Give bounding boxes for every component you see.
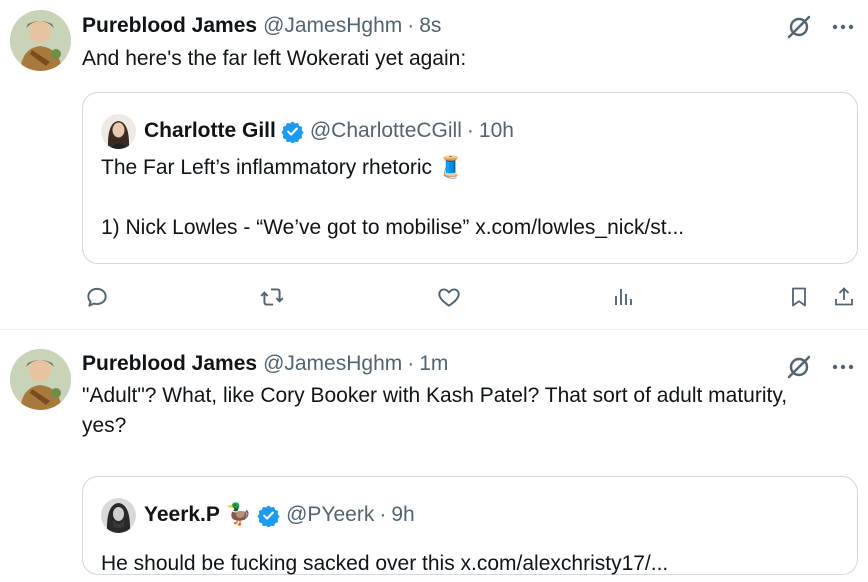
quoted-timestamp: 10h: [478, 119, 514, 142]
quoted-tweet[interactable]: Yeerk.P 🦆 @PYeerk · 9h He should be fuck…: [82, 476, 858, 575]
share-icon[interactable]: [829, 281, 859, 313]
quoted-avatar: [101, 113, 136, 149]
separator: ·: [466, 119, 474, 142]
tweet-tools: [784, 12, 858, 42]
timestamp[interactable]: 8s: [419, 14, 441, 38]
separator: ·: [379, 503, 387, 526]
author-handle[interactable]: @JamesHghm: [263, 352, 402, 376]
verified-badge-icon: [257, 504, 280, 527]
quoted-author-handle: @CharlotteCGill: [309, 119, 462, 142]
avatar[interactable]: [10, 10, 71, 71]
verified-badge-icon: [281, 120, 304, 143]
quoted-text-line: He should be fucking sacked over this x.…: [101, 552, 669, 575]
tweet-text: "Adult"? What, like Cory Booker with Kas…: [82, 384, 788, 437]
quoted-avatar: [101, 497, 136, 533]
quoted-text-line: The Far Left’s inflammatory rhetoric 🧵: [101, 156, 465, 179]
timestamp[interactable]: 1m: [419, 352, 448, 376]
tweet[interactable]: Pureblood James @JamesHghm · 1m "Adult"?…: [0, 330, 868, 582]
author-handle[interactable]: @JamesHghm: [263, 14, 402, 38]
retweet-icon[interactable]: [257, 281, 287, 313]
quoted-timestamp: 9h: [391, 503, 415, 526]
bookmark-icon[interactable]: [784, 281, 814, 313]
tweet-tools: [784, 352, 858, 382]
action-bar: [82, 281, 862, 315]
tweet-header: Pureblood James @JamesHghm · 8s: [82, 11, 441, 41]
grok-icon[interactable]: [784, 12, 814, 42]
quoted-author-name: Yeerk.P: [144, 503, 220, 526]
views-icon[interactable]: [608, 281, 638, 313]
more-icon[interactable]: [828, 12, 858, 42]
quoted-author-name: Charlotte Gill: [144, 119, 276, 142]
more-icon[interactable]: [828, 352, 858, 382]
separator: ·: [407, 14, 415, 37]
duck-emoji: 🦆: [225, 503, 253, 526]
quoted-tweet-header: Charlotte Gill @CharlotteCGill · 10h: [101, 113, 514, 149]
avatar[interactable]: [10, 349, 71, 410]
author-name[interactable]: Pureblood James: [82, 14, 257, 38]
like-icon[interactable]: [434, 281, 464, 313]
quoted-tweet-header: Yeerk.P 🦆 @PYeerk · 9h: [101, 497, 415, 533]
tweet-header: Pureblood James @JamesHghm · 1m: [82, 349, 448, 379]
quoted-author-handle: @PYeerk: [286, 503, 375, 526]
grok-icon[interactable]: [784, 352, 814, 382]
quoted-tweet[interactable]: Charlotte Gill @CharlotteCGill · 10h The…: [82, 92, 858, 264]
author-name[interactable]: Pureblood James: [82, 352, 257, 376]
tweet[interactable]: Pureblood James @JamesHghm · 8s And here…: [0, 0, 868, 329]
quoted-text-line: 1) Nick Lowles - “We’ve got to mobilise”…: [101, 216, 685, 239]
reply-icon[interactable]: [82, 281, 112, 313]
separator: ·: [407, 352, 415, 375]
tweet-text: And here's the far left Wokerati yet aga…: [82, 47, 467, 70]
